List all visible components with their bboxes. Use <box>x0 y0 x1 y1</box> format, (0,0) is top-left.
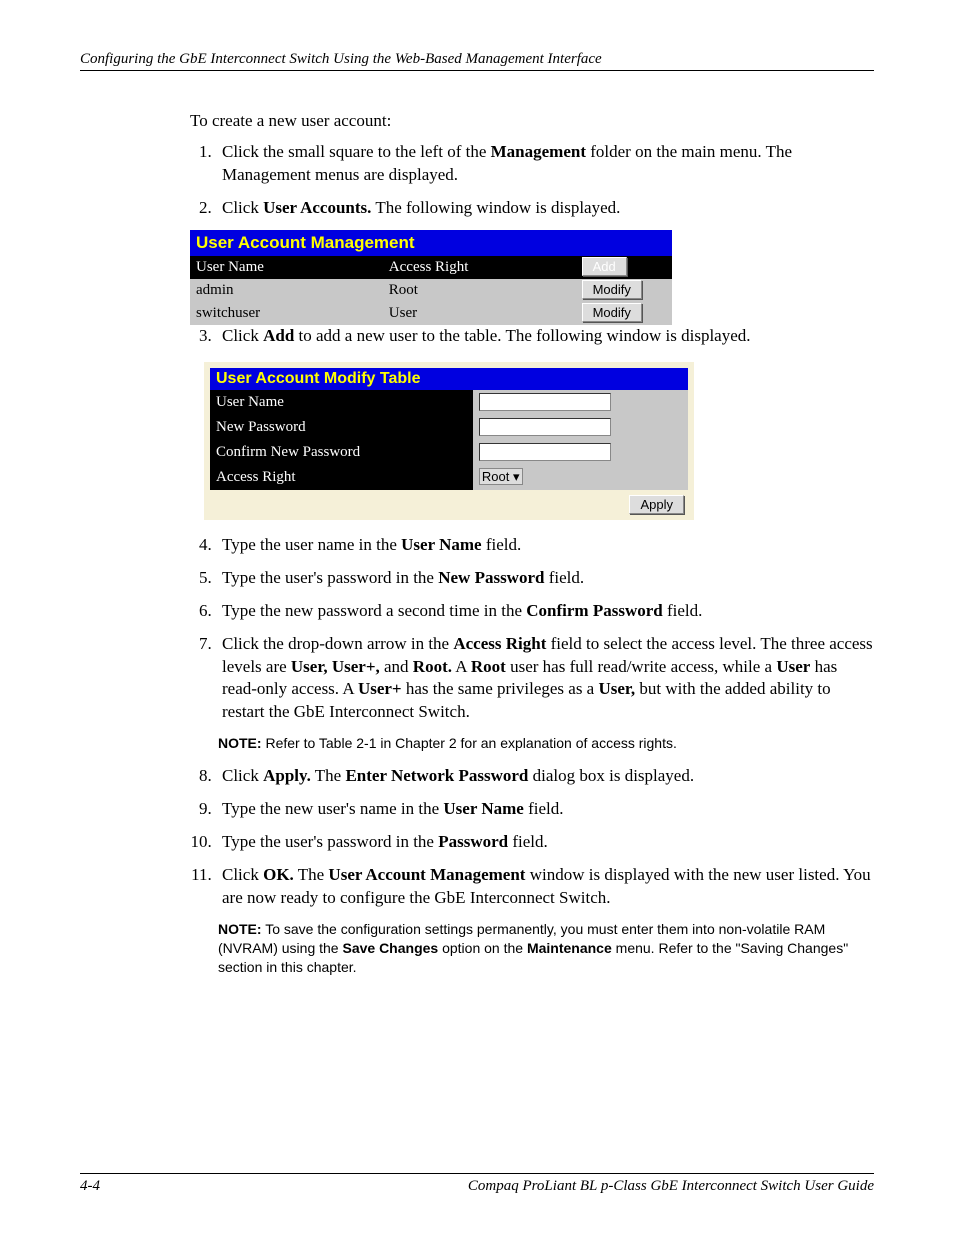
step-10: Type the user's password in the Password… <box>216 831 874 854</box>
step-8: Click Apply. The Enter Network Password … <box>216 765 874 788</box>
table-row: switchuser User Modify <box>190 302 672 325</box>
page-number: 4-4 <box>80 1178 100 1195</box>
add-button[interactable]: Add <box>582 257 627 276</box>
username-label: User Name <box>210 390 473 415</box>
running-header: Configuring the GbE Interconnect Switch … <box>80 51 602 67</box>
note-2: NOTE: To save the configuration settings… <box>218 920 874 977</box>
user-account-mgmt-figure: User Account Management User Name Access… <box>190 230 672 325</box>
accessright-select[interactable]: Root ▾ <box>479 468 523 485</box>
step-9: Type the new user's name in the User Nam… <box>216 798 874 821</box>
step-1: Click the small square to the left of th… <box>216 141 874 187</box>
step-11: Click OK. The User Account Management wi… <box>216 864 874 910</box>
confirm-input[interactable] <box>479 443 611 461</box>
username-input[interactable] <box>479 393 611 411</box>
newpassword-label: New Password <box>210 415 473 440</box>
step-7: Click the drop-down arrow in the Access … <box>216 633 874 725</box>
note-1: NOTE: Refer to Table 2-1 in Chapter 2 fo… <box>218 734 874 753</box>
user-account-modify-figure: User Account Modify Table User Name New … <box>204 362 694 520</box>
step-5: Type the user's password in the New Pass… <box>216 567 874 590</box>
newpassword-input[interactable] <box>479 418 611 436</box>
table-row: admin Root Modify <box>190 279 672 302</box>
modify-button[interactable]: Modify <box>582 280 642 299</box>
accessright-label: Access Right <box>210 465 473 490</box>
modify-title: User Account Modify Table <box>210 368 688 390</box>
confirm-label: Confirm New Password <box>210 440 473 465</box>
chevron-down-icon: ▾ <box>513 469 520 484</box>
step-2: Click User Accounts. The following windo… <box>216 197 874 220</box>
uam-title: User Account Management <box>190 230 672 256</box>
step-3: Click Add to add a new user to the table… <box>216 325 874 348</box>
apply-button[interactable]: Apply <box>629 495 684 514</box>
uam-header-row: User Name Access Right Add <box>190 256 672 279</box>
footer-doc-title: Compaq ProLiant BL p-Class GbE Interconn… <box>468 1178 874 1195</box>
modify-button[interactable]: Modify <box>582 303 642 322</box>
step-6: Type the new password a second time in t… <box>216 600 874 623</box>
step-4: Type the user name in the User Name fiel… <box>216 534 874 557</box>
intro-text: To create a new user account: <box>190 111 874 131</box>
